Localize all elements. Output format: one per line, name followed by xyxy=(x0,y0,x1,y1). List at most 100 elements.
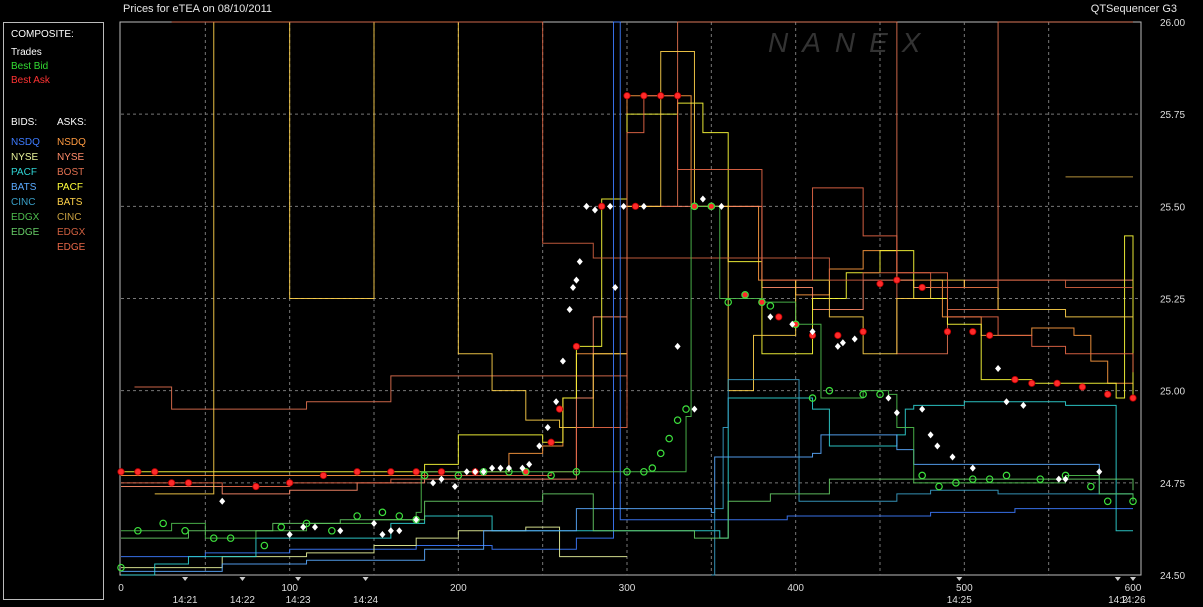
best-bid-marker xyxy=(1103,497,1112,506)
trade-marker xyxy=(553,398,560,406)
trade-marker xyxy=(559,357,566,365)
trade-marker xyxy=(620,202,627,210)
trade-marker xyxy=(387,527,394,535)
trade-marker xyxy=(607,202,614,210)
series-ask-edgx xyxy=(171,21,1133,288)
time-tick-label: 14:21 xyxy=(173,595,198,606)
trade-marker xyxy=(885,394,892,402)
series-ask-edge xyxy=(121,95,1134,488)
trade-marker xyxy=(451,483,458,491)
trade-marker xyxy=(949,453,956,461)
x-tick-label: 600 xyxy=(1125,583,1142,594)
best-bid-marker xyxy=(935,482,943,491)
best-bid-marker xyxy=(353,512,361,520)
best-ask-marker xyxy=(1129,394,1137,402)
best-ask-marker xyxy=(387,468,395,476)
best-ask-marker xyxy=(598,202,606,210)
best-ask-marker xyxy=(623,92,631,100)
trade-marker xyxy=(536,442,543,450)
best-ask-marker xyxy=(1078,383,1087,391)
y-tick-label: 25.75 xyxy=(1160,110,1185,121)
trade-marker xyxy=(767,313,774,321)
best-ask-marker xyxy=(943,328,952,336)
time-tick-label: 14:25 xyxy=(947,595,972,606)
best-ask-marker xyxy=(631,202,640,210)
best-ask-marker xyxy=(353,468,361,476)
best-ask-marker xyxy=(859,328,867,336)
trade-marker xyxy=(1062,475,1069,483)
trade-marker xyxy=(544,424,551,432)
trade-marker xyxy=(576,258,583,266)
best-ask-marker xyxy=(834,331,842,339)
trade-marker xyxy=(927,431,934,439)
best-bid-marker xyxy=(181,526,189,535)
trade-marker xyxy=(834,342,841,350)
best-bid-marker xyxy=(277,523,286,531)
trade-marker xyxy=(566,306,573,314)
trade-marker xyxy=(699,195,706,203)
trade-marker xyxy=(591,206,598,214)
trade-marker xyxy=(489,464,496,472)
x-tick-label: 0 xyxy=(118,583,124,594)
trade-marker xyxy=(430,479,437,487)
best-bid-marker xyxy=(673,416,682,424)
y-tick-label: 25.50 xyxy=(1160,202,1185,213)
trade-marker xyxy=(219,497,226,505)
trade-marker xyxy=(919,405,926,413)
trade-marker xyxy=(969,464,976,472)
y-tick-label: 25.25 xyxy=(1160,295,1185,306)
best-ask-marker xyxy=(547,438,555,446)
x-tick-label: 100 xyxy=(281,583,298,594)
best-ask-marker xyxy=(555,405,564,413)
best-ask-marker xyxy=(986,331,994,339)
best-ask-marker xyxy=(1053,379,1061,387)
time-tick-mark xyxy=(1130,577,1136,581)
best-bid-marker xyxy=(682,405,690,413)
trade-marker xyxy=(839,339,846,347)
trade-marker xyxy=(497,464,504,472)
trade-marker xyxy=(1020,401,1027,409)
best-ask-marker xyxy=(572,342,581,351)
best-ask-marker xyxy=(640,92,648,100)
trade-marker xyxy=(379,530,386,538)
best-ask-marker xyxy=(657,92,665,100)
time-tick-label: 14:24 xyxy=(353,595,378,606)
time-tick-mark xyxy=(362,577,369,581)
best-bid-marker xyxy=(665,434,673,443)
trade-marker xyxy=(396,527,403,535)
trade-marker xyxy=(505,464,512,472)
price-chart: NANEX 24.50 24.75 25.00 25.25 25.50 25.75 26.0… xyxy=(117,18,1185,606)
time-tick-label: 14:22 xyxy=(230,595,255,606)
axis-labels-layer: 24.50 24.75 25.00 25.25 25.50 25.75 26.00 0 100 2… xyxy=(118,18,1185,606)
x-tick-label: 200 xyxy=(450,583,467,594)
trade-marker xyxy=(851,335,858,343)
best-bid-marker xyxy=(378,508,387,517)
best-bid-marker xyxy=(328,526,336,535)
best-ask-marker xyxy=(893,276,901,284)
best-bid-marker xyxy=(918,471,926,480)
best-bid-marker xyxy=(159,519,167,528)
best-bid-marker xyxy=(766,302,775,310)
x-tick-label: 300 xyxy=(619,583,636,594)
trade-marker xyxy=(674,342,681,350)
trade-marker xyxy=(583,202,590,210)
grid-layer xyxy=(121,22,1140,575)
best-ask-marker xyxy=(437,468,446,476)
best-bid-marker xyxy=(656,449,665,458)
y-tick-label: 26.00 xyxy=(1160,18,1185,29)
trade-marker xyxy=(1003,398,1010,406)
trade-marker xyxy=(995,365,1002,373)
best-ask-marker xyxy=(1104,390,1112,398)
best-ask-marker xyxy=(412,468,420,476)
best-ask-marker xyxy=(1028,379,1036,387)
series-ask-bost xyxy=(134,21,1133,410)
y-tick-label: 25.00 xyxy=(1160,387,1185,398)
y-tick-label: 24.75 xyxy=(1160,479,1185,490)
x-tick-label: 400 xyxy=(787,583,804,594)
best-ask-marker xyxy=(151,468,159,476)
time-tick-mark xyxy=(295,577,302,581)
trade-marker xyxy=(1055,475,1062,483)
trade-marker xyxy=(371,519,377,527)
trade-marker xyxy=(438,475,445,483)
trade-marker xyxy=(1096,468,1103,476)
